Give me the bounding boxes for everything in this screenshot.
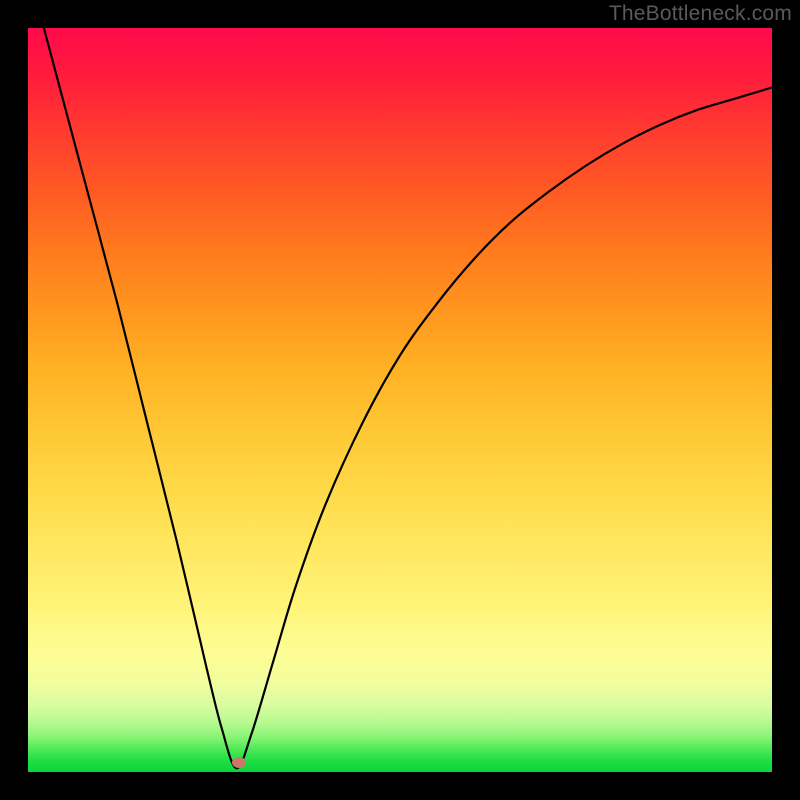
- optimal-point-marker: [232, 757, 246, 768]
- bottleneck-curve: [28, 28, 772, 772]
- chart-frame: TheBottleneck.com: [0, 0, 800, 800]
- watermark-text: TheBottleneck.com: [609, 2, 792, 26]
- curve-path: [28, 28, 772, 768]
- plot-area: [28, 28, 772, 772]
